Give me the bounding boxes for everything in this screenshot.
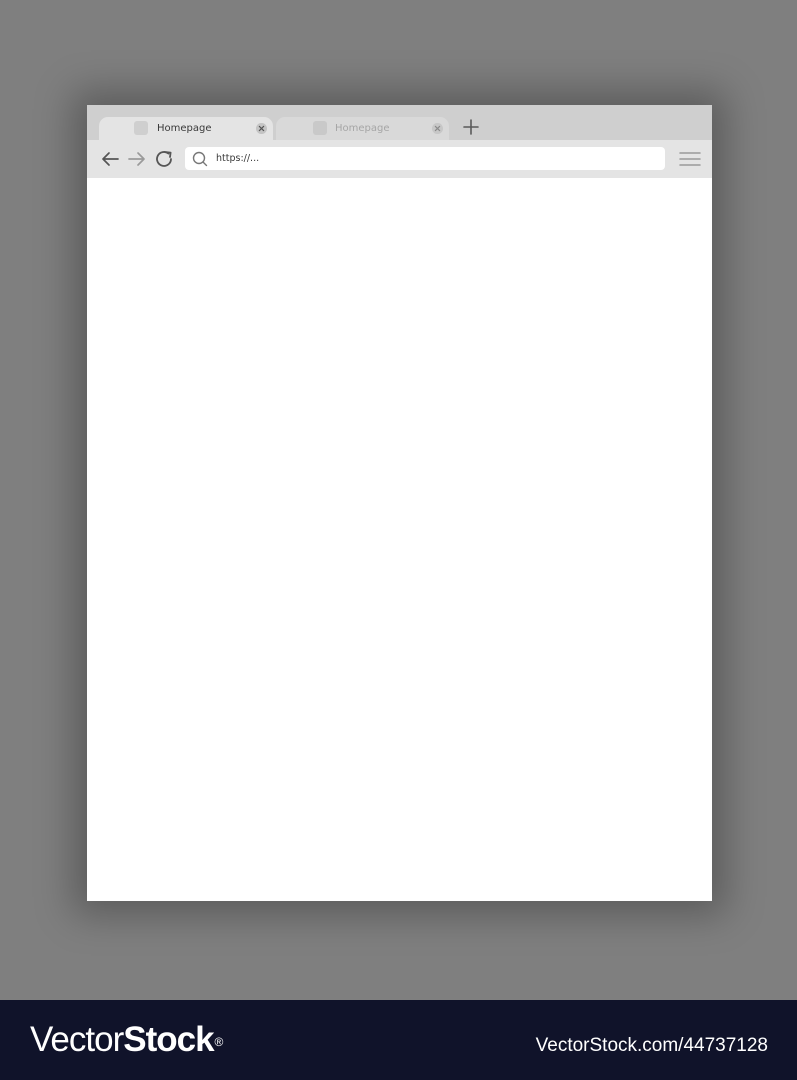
registered-mark: ® xyxy=(214,1035,224,1049)
image-id-text: VectorStock.com/44737128 xyxy=(535,1035,768,1056)
tab-homepage-inactive[interactable]: Homepage xyxy=(276,117,449,140)
brand-light-text: Vector xyxy=(30,1020,124,1059)
page-content-area xyxy=(87,178,712,901)
brand-bold-text: Stock xyxy=(123,1020,214,1059)
backdrop: Homepage Homepage https://... xyxy=(0,0,797,1000)
search-icon xyxy=(192,151,208,167)
tab-label: Homepage xyxy=(157,123,212,134)
brand-logo: VectorStock® xyxy=(30,1020,223,1060)
favicon-icon xyxy=(313,121,327,135)
browser-window: Homepage Homepage https://... xyxy=(87,105,712,901)
tab-homepage-active[interactable]: Homepage xyxy=(99,117,273,140)
arrow-left-icon[interactable] xyxy=(100,150,120,168)
favicon-icon xyxy=(134,121,148,135)
reload-icon[interactable] xyxy=(155,150,175,168)
arrow-right-icon[interactable] xyxy=(127,150,147,168)
tab-strip: Homepage Homepage xyxy=(87,105,712,140)
hamburger-menu-icon[interactable] xyxy=(679,151,701,167)
close-icon[interactable] xyxy=(256,123,267,134)
url-text: https://... xyxy=(216,153,260,164)
close-icon[interactable] xyxy=(432,123,443,134)
watermark-footer: VectorStock® VectorStock.com/44737128 xyxy=(0,1000,797,1080)
tab-label: Homepage xyxy=(335,123,390,134)
plus-icon[interactable] xyxy=(462,118,480,136)
address-bar[interactable]: https://... xyxy=(185,147,665,170)
browser-toolbar: https://... xyxy=(87,140,712,178)
